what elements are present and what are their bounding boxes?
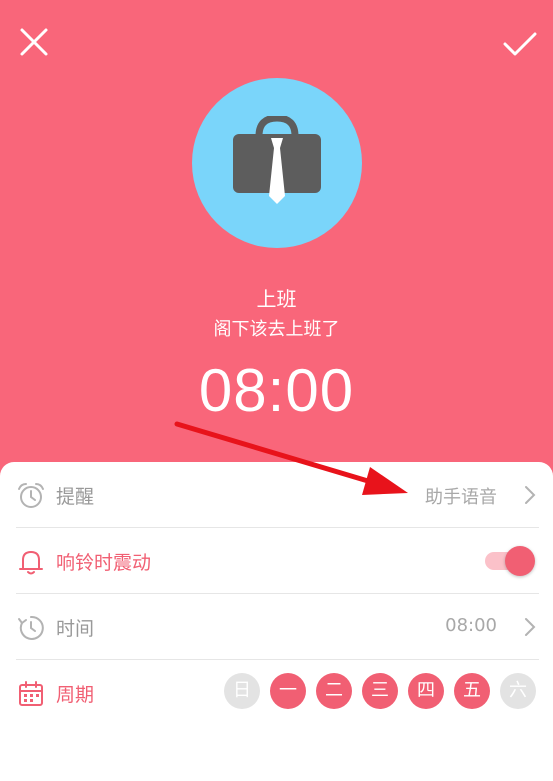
close-icon: [20, 28, 48, 56]
day-wed[interactable]: 三: [362, 673, 398, 709]
alarm-subtitle: 阁下该去上班了: [213, 319, 340, 340]
reminder-row[interactable]: 提醒 助手语音: [16, 462, 539, 528]
weekday-selector: 日 一 二 三 四 五 六: [224, 673, 539, 709]
bell-icon: [19, 551, 43, 575]
chevron-right-icon: [525, 486, 536, 504]
check-icon: [503, 32, 537, 56]
vibrate-row: 响铃时震动: [16, 528, 539, 594]
day-sat[interactable]: 六: [500, 673, 536, 709]
header: 上班 阁下该去上班了 08:00: [0, 0, 553, 470]
day-thu[interactable]: 四: [408, 673, 444, 709]
vibrate-toggle[interactable]: [485, 546, 535, 576]
clock-arrow-icon: [18, 615, 44, 640]
day-tue[interactable]: 二: [316, 673, 352, 709]
alarm-title: 上班: [256, 287, 297, 311]
chevron-right-icon: [525, 618, 536, 636]
alarm-time-display[interactable]: 08:00: [0, 356, 553, 425]
reminder-label: 提醒: [56, 486, 95, 508]
day-sun[interactable]: 日: [224, 673, 260, 709]
reminder-value: 助手语音: [425, 487, 497, 508]
repeat-label: 周期: [56, 684, 95, 706]
time-value: 08:00: [445, 615, 497, 636]
vibrate-label: 响铃时震动: [56, 552, 152, 574]
day-fri[interactable]: 五: [454, 673, 490, 709]
confirm-button[interactable]: [502, 30, 538, 60]
repeat-row: 周期 日 一 二 三 四 五 六: [16, 660, 539, 726]
close-button[interactable]: [18, 26, 50, 58]
day-mon[interactable]: 一: [270, 673, 306, 709]
settings-panel: 提醒 助手语音 响铃时震动 时间 08:00 周期 日 一 二 三 四 五 六: [0, 462, 553, 781]
toggle-knob: [505, 546, 535, 576]
calendar-icon: [19, 681, 43, 706]
briefcase-tie-icon: [233, 116, 321, 204]
time-row[interactable]: 时间 08:00: [16, 594, 539, 660]
alarm-clock-icon: [18, 483, 44, 508]
time-label: 时间: [56, 618, 95, 640]
category-icon-circle[interactable]: [192, 78, 362, 248]
